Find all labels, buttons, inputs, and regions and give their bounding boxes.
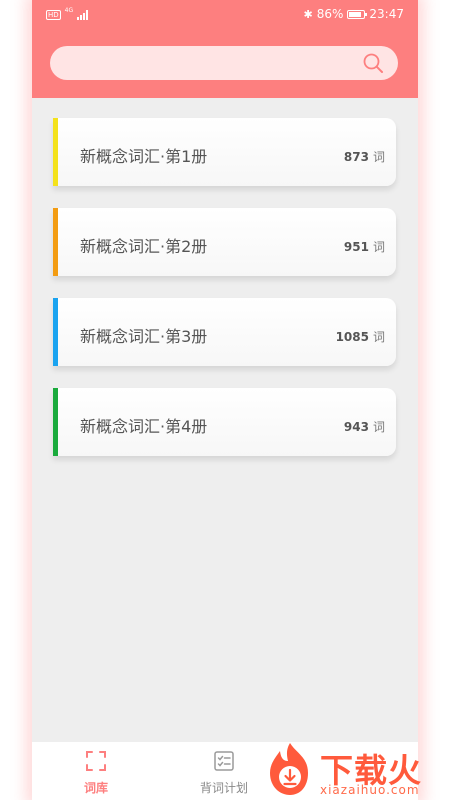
- book-card-3[interactable]: 新概念词汇·第3册 1085 词: [53, 298, 396, 366]
- battery-fill: [349, 11, 362, 17]
- header: HD 4G ✱ 86% 23:47: [32, 0, 418, 98]
- app-screen: HD 4G ✱ 86% 23:47 新概念词汇·第1册 873 词 新概念词汇·…: [32, 0, 418, 800]
- book-card-1[interactable]: 新概念词汇·第1册 873 词: [53, 118, 396, 186]
- word-count: 951 词: [344, 238, 385, 255]
- battery-icon: [347, 9, 368, 19]
- book-accent-bar: [53, 388, 58, 456]
- word-count-unit: 词: [372, 330, 385, 344]
- word-count-unit: 词: [372, 420, 385, 434]
- checklist-icon: [214, 751, 234, 771]
- flame-logo-icon: [270, 743, 308, 795]
- word-count-number: 1085: [335, 330, 369, 344]
- signal-bars-icon: [77, 10, 89, 20]
- word-count: 1085 词: [336, 328, 385, 345]
- search-icon[interactable]: [362, 52, 384, 74]
- status-right: ✱ 86% 23:47: [304, 7, 404, 21]
- status-left: HD 4G: [46, 7, 89, 20]
- word-count-unit: 词: [372, 150, 385, 164]
- hd-badge: HD: [46, 10, 61, 20]
- book-accent-bar: [53, 118, 58, 186]
- word-count-number: 951: [343, 240, 369, 254]
- word-count-unit: 词: [372, 240, 385, 254]
- book-title: 新概念词汇·第3册: [80, 327, 208, 346]
- book-accent-bar: [53, 208, 58, 276]
- clock: 23:47: [369, 7, 404, 21]
- word-count: 943 词: [344, 418, 385, 435]
- status-bar: HD 4G ✱ 86% 23:47: [32, 0, 418, 30]
- book-title: 新概念词汇·第1册: [80, 147, 208, 166]
- tab-library-label: 词库: [83, 781, 108, 795]
- book-card-4[interactable]: 新概念词汇·第4册 943 词: [53, 388, 396, 456]
- bluetooth-icon: ✱: [303, 7, 313, 21]
- book-title: 新概念词汇·第2册: [80, 237, 208, 256]
- search-bar[interactable]: [50, 46, 398, 80]
- scan-frame-icon: [86, 751, 106, 771]
- book-accent-bar: [53, 298, 58, 366]
- search-input[interactable]: [66, 53, 350, 75]
- watermark: 下载火 xiazaihuo.com: [262, 739, 450, 800]
- book-title: 新概念词汇·第4册: [80, 417, 208, 436]
- word-count-number: 943: [343, 420, 369, 434]
- battery-percent: 86%: [316, 7, 344, 21]
- word-count-number: 873: [343, 150, 369, 164]
- tab-library[interactable]: 词库: [36, 742, 156, 800]
- word-count: 873 词: [344, 148, 385, 165]
- book-card-2[interactable]: 新概念词汇·第2册 951 词: [53, 208, 396, 276]
- network-type: 4G: [64, 7, 74, 14]
- watermark-url: xiazaihuo.com: [320, 783, 420, 797]
